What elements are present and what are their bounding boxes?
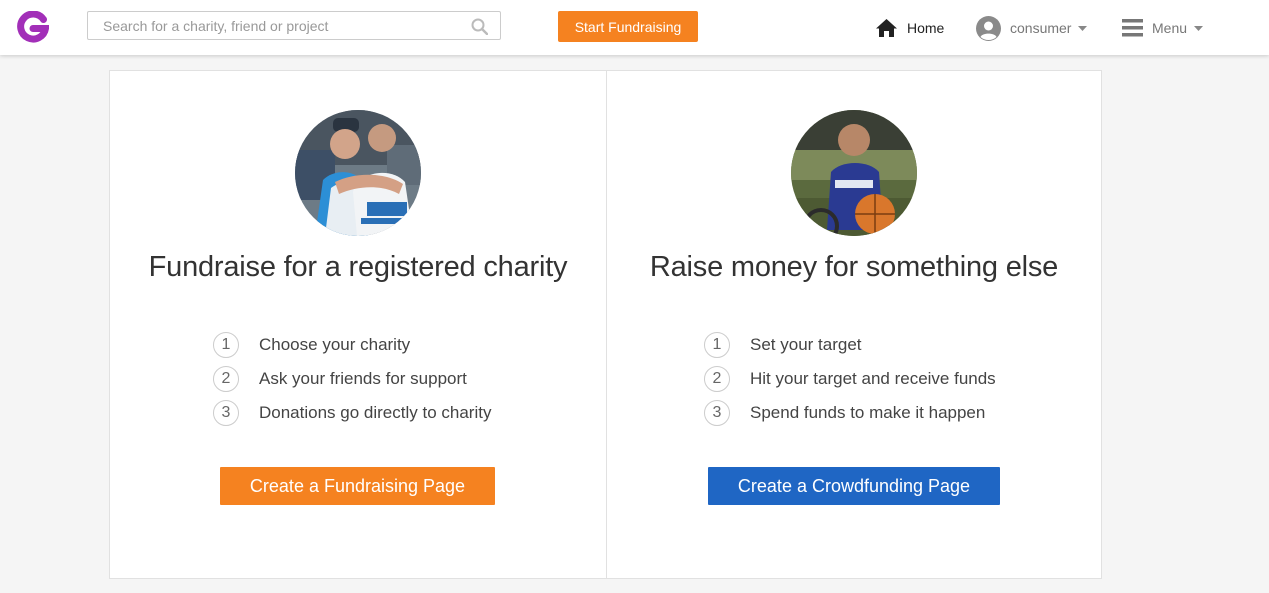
menu-label: Menu [1152, 20, 1188, 36]
step-number: 3 [213, 400, 239, 426]
crowdfunding-option-title: Raise money for something else [649, 251, 1059, 283]
charity-steps-list: 1 Choose your charity 2 Ask your friends… [213, 328, 491, 430]
chevron-down-icon [1194, 25, 1204, 31]
charity-runners-image [295, 110, 421, 236]
charity-option-title: Fundraise for a registered charity [148, 251, 568, 283]
start-fundraising-button[interactable]: Start Fundraising [558, 11, 698, 42]
nav-home-label: Home [907, 20, 945, 36]
step-number: 3 [704, 400, 730, 426]
step-text: Set your target [750, 335, 862, 354]
step-number: 1 [213, 332, 239, 358]
step-item: 3 Donations go directly to charity [213, 396, 491, 430]
search-icon[interactable] [471, 18, 488, 35]
main-menu[interactable]: Menu [1122, 17, 1204, 39]
logo-icon[interactable] [17, 11, 49, 43]
step-item: 1 Choose your charity [213, 328, 491, 362]
step-text: Spend funds to make it happen [750, 403, 986, 422]
home-icon [876, 19, 897, 37]
search-input[interactable] [103, 17, 453, 35]
step-text: Hit your target and receive funds [750, 369, 996, 388]
step-text: Donations go directly to charity [259, 403, 492, 422]
top-navigation-bar: Start Fundraising Home consumer Menu [0, 0, 1269, 55]
create-fundraising-page-button[interactable]: Create a Fundraising Page [220, 467, 495, 505]
step-item: 1 Set your target [704, 328, 996, 362]
charity-fundraising-option: Fundraise for a registered charity 1 Cho… [110, 71, 607, 578]
step-item: 2 Ask your friends for support [213, 362, 491, 396]
step-number: 2 [704, 366, 730, 392]
menu-icon [1122, 19, 1143, 37]
user-avatar-icon [976, 15, 1001, 41]
step-item: 3 Spend funds to make it happen [704, 396, 996, 430]
step-item: 2 Hit your target and receive funds [704, 362, 996, 396]
username-label: consumer [1010, 20, 1072, 36]
user-menu[interactable]: consumer [976, 15, 1088, 41]
basketball-player-photo [791, 110, 917, 236]
step-number: 2 [213, 366, 239, 392]
basketball-player-image [791, 110, 917, 236]
crowdfunding-option: Raise money for something else 1 Set you… [607, 71, 1101, 578]
nav-home-link[interactable]: Home [875, 16, 944, 40]
create-crowdfunding-page-button[interactable]: Create a Crowdfunding Page [708, 467, 1000, 505]
search-box [87, 11, 501, 40]
fundraising-options-card: Fundraise for a registered charity 1 Cho… [109, 70, 1102, 579]
crowdfunding-steps-list: 1 Set your target 2 Hit your target and … [704, 328, 996, 430]
step-text: Choose your charity [259, 335, 411, 354]
charity-runners-photo [295, 110, 421, 236]
chevron-down-icon [1078, 25, 1088, 31]
step-text: Ask your friends for support [259, 369, 467, 388]
step-number: 1 [704, 332, 730, 358]
